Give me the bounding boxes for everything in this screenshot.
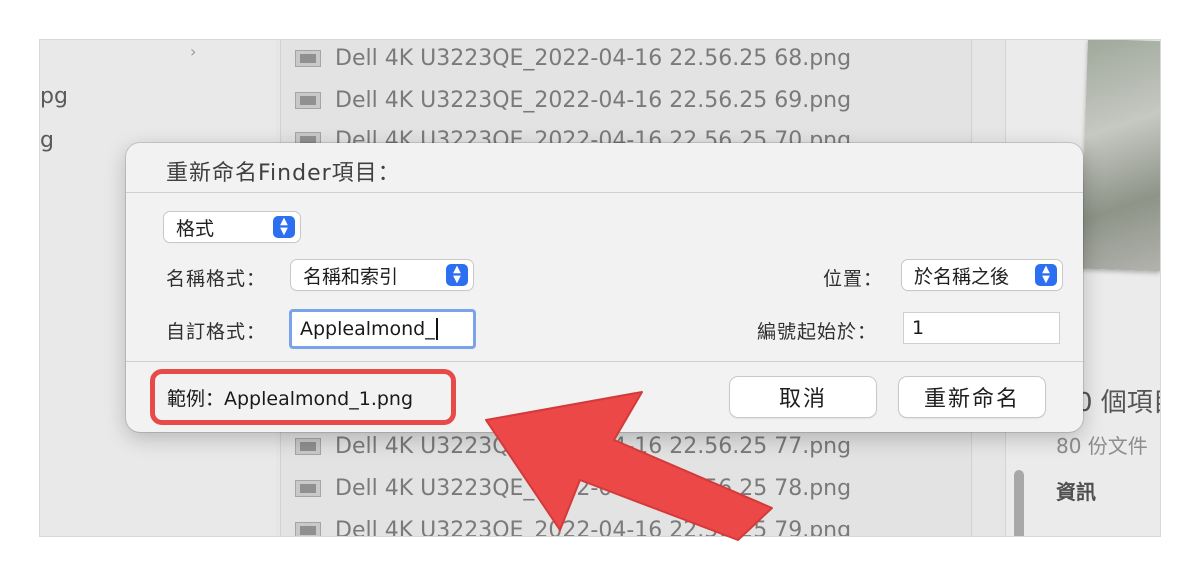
custom-format-value: Applealmond_ xyxy=(300,318,435,340)
image-file-icon xyxy=(295,521,321,536)
text-caret xyxy=(435,318,438,340)
chevron-right-icon[interactable]: › xyxy=(190,42,196,61)
rename-button[interactable]: 重新命名 xyxy=(899,377,1045,417)
example-preview-highlight: 範例：Applealmond_1.png xyxy=(150,369,456,425)
name-format-label: 名稱格式： xyxy=(166,268,267,290)
rename-mode-popup[interactable]: 格式 ▲ ▼ xyxy=(164,212,300,242)
sidebar-item-fragment[interactable]: g xyxy=(40,128,54,153)
divider xyxy=(126,361,1083,362)
rename-dialog: 重新命名Finder項目： 格式 ▲ ▼ 名稱格式： 名稱和索引 ▲ ▼ 位置： 於… xyxy=(126,143,1083,432)
start-number-label: 編號起始於： xyxy=(757,321,878,343)
start-number-field[interactable]: 1 xyxy=(903,312,1060,344)
popup-stepper-icon: ▲ ▼ xyxy=(273,216,295,238)
file-row[interactable]: Dell 4K U3223QE_2022-04-16 22.56.25 69.p… xyxy=(281,80,971,120)
popup-stepper-icon: ▲ ▼ xyxy=(1035,264,1057,286)
image-file-icon xyxy=(295,91,321,109)
item-count: 0 個項目 xyxy=(1076,388,1160,418)
custom-format-field[interactable]: Applealmond_ xyxy=(289,309,476,349)
scrollbar[interactable] xyxy=(1014,470,1024,536)
name-format-value: 名稱和索引 xyxy=(303,265,399,288)
file-row[interactable]: Dell 4K U3223QE_2022-04-16 22.56.25 77.p… xyxy=(281,426,971,466)
custom-format-label: 自訂格式： xyxy=(166,321,267,343)
file-row[interactable]: Dell 4K U3223QE_2022-04-16 22.56.25 79.p… xyxy=(281,510,971,536)
file-name: Dell 4K U3223QE_2022-04-16 22.56.25 77.p… xyxy=(335,433,852,459)
image-file-icon xyxy=(295,437,321,455)
rename-mode-value: 格式 xyxy=(176,217,215,240)
sidebar-item-fragment[interactable]: pg xyxy=(40,84,68,109)
file-row[interactable]: Dell 4K U3223QE_2022-04-16 22.56.25 78.p… xyxy=(281,468,971,508)
image-file-icon xyxy=(295,479,321,497)
position-popup[interactable]: 於名稱之後 ▲ ▼ xyxy=(902,260,1062,290)
document-count: 80 份文件 xyxy=(1056,434,1148,458)
example-preview-text: 範例：Applealmond_1.png xyxy=(167,387,414,410)
file-name: Dell 4K U3223QE_2022-04-16 22.56.25 79.p… xyxy=(335,517,852,537)
start-number-value: 1 xyxy=(912,317,925,339)
file-name: Dell 4K U3223QE_2022-04-16 22.56.25 68.p… xyxy=(335,45,852,71)
position-value: 於名稱之後 xyxy=(914,265,1010,288)
preview-thumbnail xyxy=(1080,40,1160,272)
position-label: 位置： xyxy=(823,268,884,290)
image-file-icon xyxy=(295,49,321,67)
info-heading[interactable]: 資訊 xyxy=(1056,476,1096,505)
name-format-popup[interactable]: 名稱和索引 ▲ ▼ xyxy=(291,260,473,290)
file-name: Dell 4K U3223QE_2022-04-16 22.56.25 69.p… xyxy=(335,87,852,113)
cancel-button[interactable]: 取消 xyxy=(730,377,876,417)
file-row[interactable]: Dell 4K U3223QE_2022-04-16 22.56.25 68.p… xyxy=(281,40,971,78)
divider xyxy=(126,192,1083,193)
dialog-title: 重新命名Finder項目： xyxy=(166,161,401,186)
popup-stepper-icon: ▲ ▼ xyxy=(446,264,468,286)
file-name: Dell 4K U3223QE_2022-04-16 22.56.25 78.p… xyxy=(335,475,852,501)
